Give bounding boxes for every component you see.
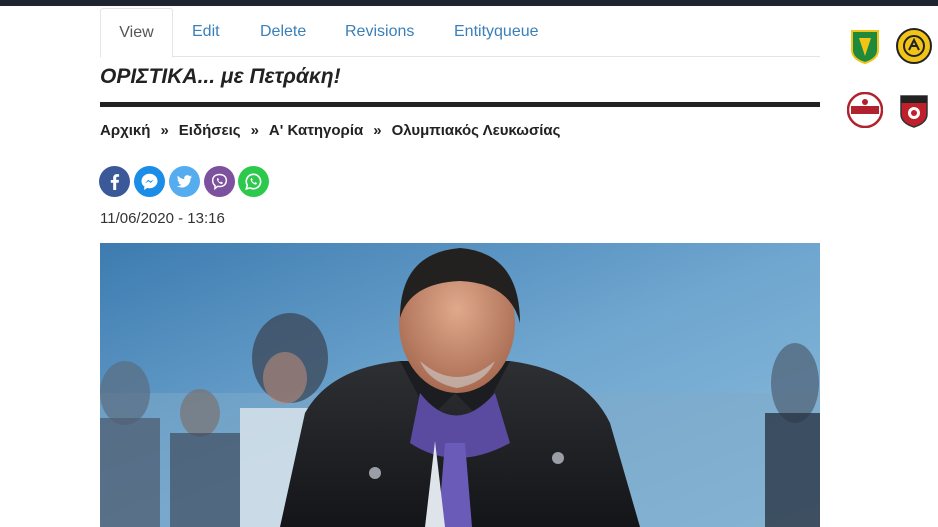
title-divider bbox=[100, 102, 820, 107]
share-viber-button[interactable] bbox=[204, 166, 235, 197]
share-twitter-button[interactable] bbox=[169, 166, 200, 197]
breadcrumb-home[interactable]: Αρχική bbox=[100, 122, 150, 139]
admin-tabs: View Edit Delete Revisions Entityqueue bbox=[100, 8, 820, 58]
top-bar bbox=[0, 0, 938, 6]
tab-revisions[interactable]: Revisions bbox=[345, 8, 414, 55]
breadcrumb-separator: » bbox=[250, 122, 259, 139]
whatsapp-icon bbox=[245, 173, 262, 191]
breadcrumb-news[interactable]: Ειδήσεις bbox=[179, 122, 241, 139]
club-crest-enp-icon bbox=[846, 91, 884, 129]
article-date: 11/06/2020 - 13:16 bbox=[100, 210, 225, 227]
article-photo bbox=[100, 243, 820, 527]
club-crest-green-icon bbox=[851, 30, 879, 65]
club-crest-yellow-icon bbox=[896, 28, 932, 64]
club-logo[interactable] bbox=[846, 91, 884, 129]
twitter-icon bbox=[176, 175, 192, 188]
club-logo[interactable] bbox=[896, 92, 932, 128]
breadcrumb-separator: » bbox=[373, 122, 382, 139]
share-messenger-button[interactable] bbox=[134, 166, 165, 197]
share-whatsapp-button[interactable] bbox=[238, 166, 269, 197]
page-title: ΟΡΙΣΤΙΚΑ... με Πετράκη! bbox=[100, 65, 341, 88]
breadcrumb-team[interactable]: Ολυμπιακός Λευκωσίας bbox=[392, 122, 561, 139]
breadcrumb-category[interactable]: Α' Κατηγορία bbox=[269, 122, 363, 139]
breadcrumb-separator: » bbox=[160, 122, 169, 139]
tab-view[interactable]: View bbox=[100, 8, 173, 58]
tab-delete[interactable]: Delete bbox=[260, 8, 306, 55]
club-crest-red-icon bbox=[900, 95, 928, 128]
viber-icon bbox=[211, 173, 228, 191]
share-facebook-button[interactable] bbox=[99, 166, 130, 197]
messenger-icon bbox=[141, 173, 158, 190]
club-logo[interactable] bbox=[847, 28, 883, 65]
club-logo[interactable] bbox=[896, 28, 932, 64]
breadcrumb: Αρχική » Ειδήσεις » Α' Κατηγορία » Ολυμπιακός … bbox=[100, 122, 560, 139]
facebook-icon bbox=[110, 174, 120, 190]
tab-entityqueue[interactable]: Entityqueue bbox=[454, 8, 539, 55]
tab-edit[interactable]: Edit bbox=[192, 8, 220, 55]
